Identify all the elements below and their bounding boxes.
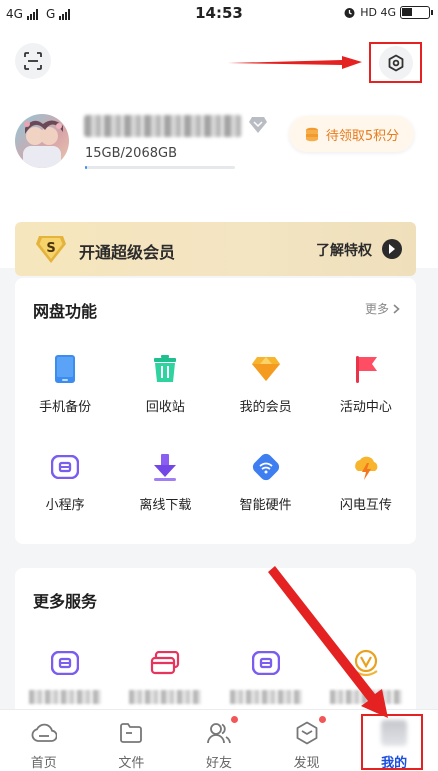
service-label-pixelated [329, 690, 402, 704]
service-card-icon [50, 648, 80, 678]
alarm-icon [344, 8, 355, 18]
function-label: 活动中心 [339, 400, 392, 415]
function-phone-backup[interactable]: 手机备份 [15, 354, 115, 452]
super-vip-banner[interactable]: S 开通超级会员 了解特权 [15, 222, 416, 276]
disk-functions-card: 网盘功能 更多 手机备份 回收站 我的会员 活动中心 小程序 离线下载 智能硬件… [15, 278, 416, 544]
profile-header: 15GB/2068GB 待领取5积分 S 开通超级会员 了解特权 [0, 28, 438, 276]
service-card-stack-icon [150, 648, 180, 678]
claim-points-button[interactable]: 待领取5积分 [289, 116, 414, 152]
bottom-tab-bar: 首页 文件 好友 发现 我的 [0, 709, 438, 771]
storage-progress-fill [85, 166, 88, 169]
service-label-pixelated [29, 690, 102, 704]
mini-program-icon [50, 452, 80, 482]
tab-label: 我的 [381, 756, 408, 771]
function-label: 智能硬件 [239, 498, 292, 513]
folder-icon [118, 720, 144, 746]
tab-files[interactable]: 文件 [88, 710, 176, 771]
smart-hardware-icon [251, 452, 281, 482]
tab-mine[interactable]: 我的 [350, 710, 438, 771]
settings-button[interactable] [378, 45, 413, 80]
tab-label: 首页 [30, 756, 57, 771]
function-label: 闪电互传 [339, 498, 392, 513]
learn-privileges-link[interactable]: 了解特权 [316, 240, 372, 260]
storage-progress-bar [85, 166, 235, 169]
username-pixelated [84, 115, 242, 137]
notification-dot [318, 716, 326, 723]
function-activity-center[interactable]: 活动中心 [316, 354, 416, 452]
function-lightning-transfer[interactable]: 闪电互传 [316, 452, 416, 550]
recycle-bin-icon [150, 354, 180, 384]
storage-usage-text: 15GB/2068GB [85, 146, 177, 161]
disk-functions-grid: 手机备份 回收站 我的会员 活动中心 小程序 离线下载 智能硬件 闪电互传 [15, 354, 416, 550]
avatar-image [23, 120, 63, 168]
function-label: 小程序 [45, 498, 85, 513]
card-title: 更多服务 [33, 592, 98, 611]
discover-cube-icon [294, 720, 320, 746]
function-label: 回收站 [145, 400, 185, 415]
tab-friends[interactable]: 好友 [175, 710, 263, 771]
service-label-pixelated [129, 690, 202, 704]
super-vip-badge-letter: S [46, 241, 55, 256]
scan-button[interactable] [15, 43, 51, 79]
function-recycle-bin[interactable]: 回收站 [115, 354, 215, 452]
lightning-transfer-icon [351, 452, 381, 482]
phone-backup-icon [50, 354, 80, 384]
hd-network-label: HD 4G [360, 6, 396, 19]
notification-dot [231, 716, 239, 723]
tab-label: 文件 [118, 756, 145, 771]
super-vip-badge-icon: S [36, 236, 66, 263]
membership-diamond-icon [251, 354, 281, 384]
function-membership[interactable]: 我的会员 [216, 354, 316, 452]
more-services-card: 更多服务 [15, 568, 416, 728]
activity-flag-icon [351, 354, 381, 384]
coin-stack-icon [305, 127, 318, 142]
chevron-right-icon[interactable] [382, 239, 402, 259]
super-vip-title: 开通超级会员 [79, 243, 176, 262]
more-link[interactable]: 更多 [365, 300, 400, 317]
more-link-label: 更多 [364, 302, 389, 316]
offline-download-icon [150, 452, 180, 482]
function-smart-hardware[interactable]: 智能硬件 [216, 452, 316, 550]
service-label-pixelated [229, 690, 302, 704]
chevron-right-icon [393, 303, 400, 314]
settings-highlight-box [369, 42, 422, 83]
function-label: 离线下载 [139, 498, 192, 513]
battery-icon [400, 6, 433, 19]
tab-label: 好友 [205, 756, 232, 771]
claim-points-label: 待领取5积分 [325, 128, 400, 144]
status-bar: 4G G 14:53 HD 4G [0, 0, 438, 28]
scan-icon [24, 52, 42, 70]
avatar[interactable] [15, 114, 69, 168]
tab-label: 发现 [293, 756, 320, 771]
mine-icon [381, 720, 408, 746]
function-label: 我的会员 [239, 400, 292, 415]
friends-icon [206, 720, 232, 746]
function-label: 手机备份 [39, 400, 92, 415]
function-offline-download[interactable]: 离线下载 [115, 452, 215, 550]
vip-diamond-icon[interactable] [248, 116, 268, 134]
home-cloud-icon [31, 720, 57, 746]
status-right: HD 4G [343, 6, 433, 19]
service-card-icon [251, 648, 281, 678]
card-title: 网盘功能 [33, 302, 98, 321]
settings-gear-icon [388, 54, 403, 71]
function-mini-program[interactable]: 小程序 [15, 452, 115, 550]
tab-discover[interactable]: 发现 [263, 710, 351, 771]
service-vip-coin-icon [351, 648, 381, 678]
tab-home[interactable]: 首页 [0, 710, 88, 771]
